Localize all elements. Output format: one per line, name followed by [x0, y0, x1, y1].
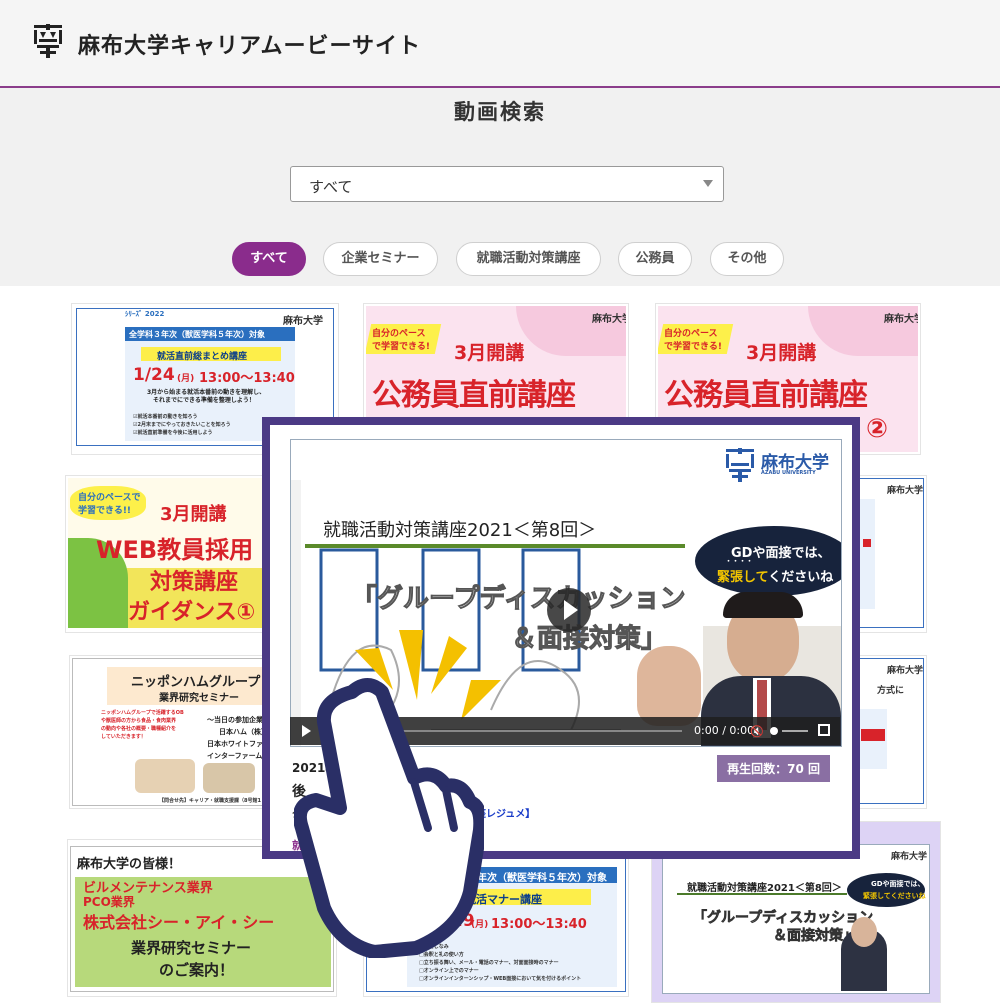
video-thumbnail[interactable]: 麻布大学	[856, 478, 924, 628]
site-header: 麻布大学キャリアムービーサイト	[0, 0, 1000, 88]
view-count-badge: 再生回数：70 回	[717, 755, 830, 782]
play-button[interactable]	[547, 588, 591, 632]
category-filter-chips: すべて 企業セミナー 就職活動対策講座 公務員 その他	[0, 242, 1000, 278]
chip-other[interactable]: その他	[710, 242, 784, 276]
speaker-hand	[637, 646, 701, 726]
video-card-9[interactable]: 麻布大学 方式に	[856, 656, 926, 808]
thumb-logo: 麻布大学	[283, 316, 323, 327]
pointing-hand-icon	[294, 678, 484, 958]
search-panel: 動画検索 すべて すべて 企業セミナー 就職活動対策講座 公務員 その他	[0, 88, 1000, 286]
fullscreen-icon[interactable]	[818, 724, 830, 736]
video-thumbnail[interactable]: 麻布大学 方式に	[856, 658, 924, 804]
video-thumbnail[interactable]: 麻布大学 就職活動対策講座2021＜第8回＞ GDや面接では、 緊張してください…	[662, 844, 930, 994]
volume-handle[interactable]	[770, 727, 778, 735]
chip-all[interactable]: すべて	[232, 242, 306, 276]
university-logo-icon[interactable]	[33, 24, 63, 58]
chip-civil-servant[interactable]: 公務員	[618, 242, 692, 276]
speech-bubble	[695, 526, 841, 596]
dropdown-arrow-icon	[703, 180, 713, 187]
volume-slider[interactable]	[782, 730, 808, 732]
staff-photo	[135, 759, 195, 793]
select-value: すべて	[309, 178, 353, 196]
page-title: 動画検索	[454, 100, 546, 124]
site-title[interactable]: 麻布大学キャリアムービーサイト	[78, 28, 421, 60]
play-icon	[564, 600, 578, 620]
university-logo-icon	[726, 448, 754, 482]
chip-job-hunting-course[interactable]: 就職活動対策講座	[456, 242, 601, 276]
chip-company-seminar[interactable]: 企業セミナー	[323, 242, 438, 276]
category-select[interactable]: すべて	[290, 166, 724, 202]
video-card-6[interactable]: 麻布大学	[856, 476, 926, 632]
mute-icon[interactable]: 🔇	[750, 725, 764, 738]
time-display: 0:00 / 0:00	[694, 724, 755, 737]
